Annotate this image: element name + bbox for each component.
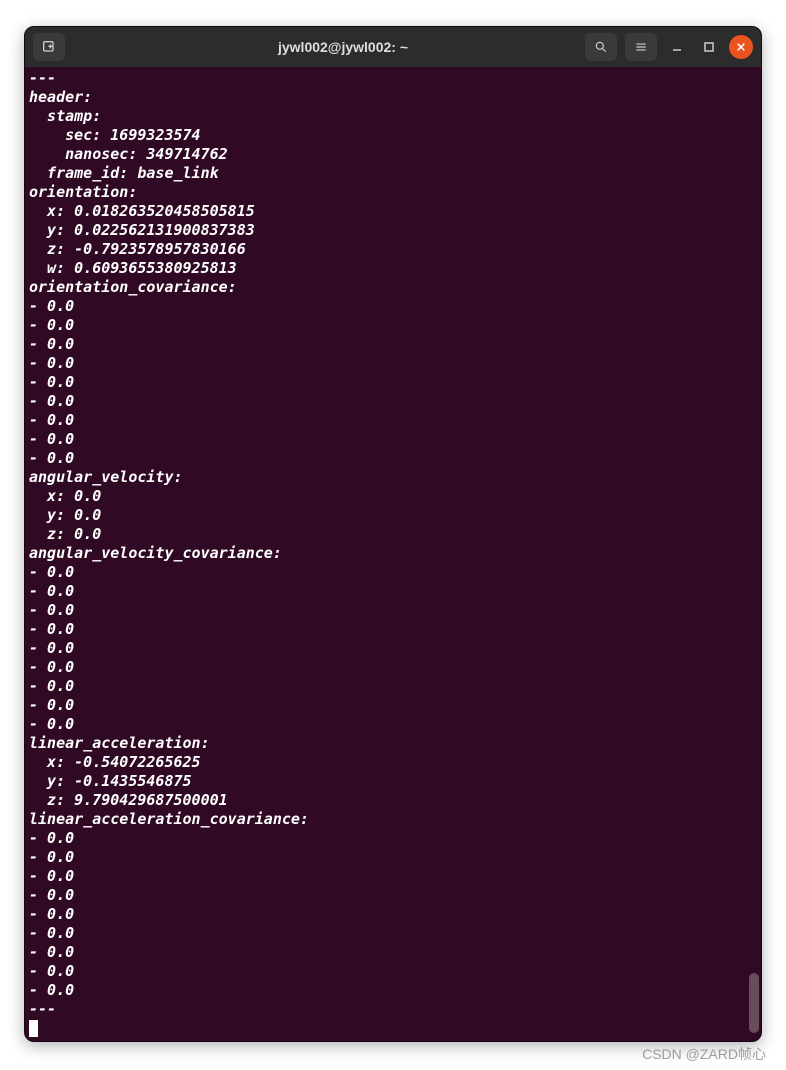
terminal-line: - 0.0 xyxy=(29,373,74,391)
maximize-button[interactable] xyxy=(697,35,721,59)
terminal-line: - 0.0 xyxy=(29,601,74,619)
terminal-line: - 0.0 xyxy=(29,316,74,334)
terminal-line: - 0.0 xyxy=(29,639,74,657)
terminal-window: jywl002@jywl002: ~ xyxy=(24,26,762,1042)
terminal-line: w: 0.6093655380925813 xyxy=(29,259,237,277)
new-tab-button[interactable] xyxy=(33,33,65,61)
terminal-line: stamp: xyxy=(29,107,101,125)
terminal-line: --- xyxy=(29,69,56,87)
terminal-line: - 0.0 xyxy=(29,335,74,353)
terminal-line: orientation_covariance: xyxy=(29,278,237,296)
terminal-line: - 0.0 xyxy=(29,620,74,638)
titlebar-right xyxy=(533,33,753,61)
terminal-line: - 0.0 xyxy=(29,715,74,733)
search-button[interactable] xyxy=(585,33,617,61)
terminal-line: - 0.0 xyxy=(29,677,74,695)
terminal-line: y: 0.0 xyxy=(29,506,101,524)
terminal-body[interactable]: --- header: stamp: sec: 1699323574 nanos… xyxy=(25,67,761,1041)
terminal-line: orientation: xyxy=(29,183,137,201)
terminal-line: - 0.0 xyxy=(29,411,74,429)
terminal-line: x: -0.54072265625 xyxy=(29,753,201,771)
terminal-line: - 0.0 xyxy=(29,354,74,372)
terminal-line: --- xyxy=(29,1000,56,1018)
terminal-line: - 0.0 xyxy=(29,924,74,942)
scrollbar-thumb[interactable] xyxy=(749,973,759,1033)
titlebar-left xyxy=(33,33,153,61)
new-tab-icon xyxy=(41,39,57,55)
search-icon xyxy=(594,40,608,54)
terminal-line: - 0.0 xyxy=(29,829,74,847)
cursor xyxy=(29,1020,38,1037)
window-title: jywl002@jywl002: ~ xyxy=(153,39,533,55)
terminal-line: - 0.0 xyxy=(29,696,74,714)
terminal-line: - 0.0 xyxy=(29,886,74,904)
terminal-line: y: 0.022562131900837383 xyxy=(29,221,255,239)
terminal-line: - 0.0 xyxy=(29,943,74,961)
terminal-line: linear_acceleration: xyxy=(29,734,210,752)
terminal-line: x: 0.0 xyxy=(29,487,101,505)
watermark: CSDN @ZARD帧心 xyxy=(642,1044,766,1064)
terminal-output: --- header: stamp: sec: 1699323574 nanos… xyxy=(29,69,757,1038)
terminal-line: - 0.0 xyxy=(29,297,74,315)
terminal-line: frame_id: base_link xyxy=(29,164,219,182)
terminal-line: z: 0.0 xyxy=(29,525,101,543)
scrollbar-track[interactable] xyxy=(749,69,759,1039)
terminal-line: - 0.0 xyxy=(29,905,74,923)
terminal-line: - 0.0 xyxy=(29,582,74,600)
terminal-line: - 0.0 xyxy=(29,962,74,980)
terminal-line: z: -0.7923578957830166 xyxy=(29,240,246,258)
menu-button[interactable] xyxy=(625,33,657,61)
terminal-line: - 0.0 xyxy=(29,981,74,999)
terminal-line: angular_velocity: xyxy=(29,468,183,486)
terminal-line: z: 9.790429687500001 xyxy=(29,791,228,809)
terminal-line: linear_acceleration_covariance: xyxy=(29,810,309,828)
minimize-icon xyxy=(671,41,683,53)
titlebar: jywl002@jywl002: ~ xyxy=(25,27,761,67)
terminal-line: - 0.0 xyxy=(29,430,74,448)
terminal-line: - 0.0 xyxy=(29,658,74,676)
terminal-line: y: -0.1435546875 xyxy=(29,772,192,790)
terminal-line: - 0.0 xyxy=(29,867,74,885)
terminal-line: - 0.0 xyxy=(29,392,74,410)
hamburger-icon xyxy=(634,40,648,54)
terminal-line: - 0.0 xyxy=(29,563,74,581)
close-button[interactable] xyxy=(729,35,753,59)
terminal-line: sec: 1699323574 xyxy=(29,126,201,144)
terminal-line: - 0.0 xyxy=(29,848,74,866)
close-icon xyxy=(736,42,746,52)
terminal-line: header: xyxy=(29,88,92,106)
terminal-line: x: 0.018263520458505815 xyxy=(29,202,255,220)
terminal-line: - 0.0 xyxy=(29,449,74,467)
maximize-icon xyxy=(703,41,715,53)
minimize-button[interactable] xyxy=(665,35,689,59)
terminal-line: angular_velocity_covariance: xyxy=(29,544,282,562)
terminal-line: nanosec: 349714762 xyxy=(29,145,228,163)
